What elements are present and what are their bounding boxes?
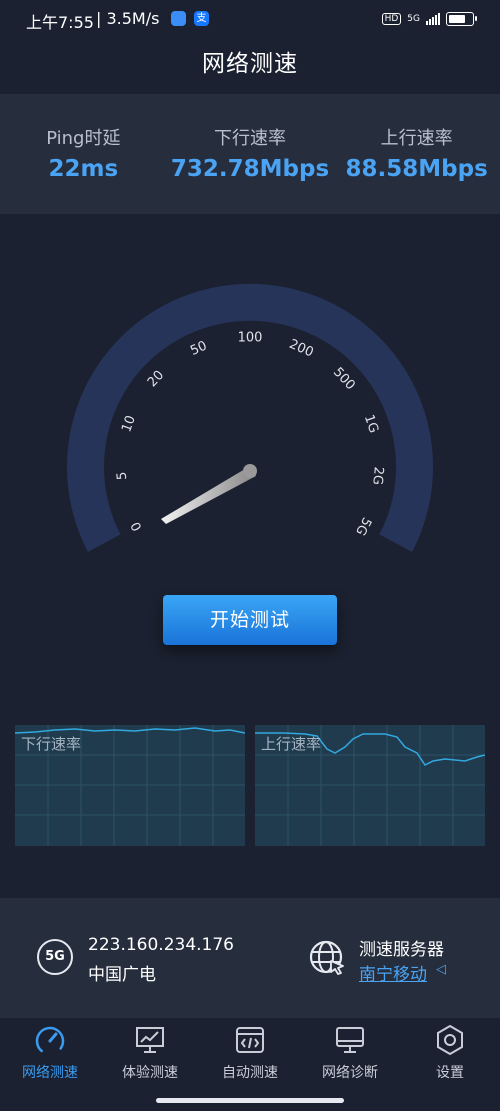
monitor-icon bbox=[336, 1027, 364, 1053]
gauge-tick-label: 1G bbox=[361, 413, 381, 435]
nav-item-settings[interactable]: 设置 bbox=[400, 1018, 500, 1111]
speed-gauge: 0 5 10 20 50 100 200 5001G 2G 5G bbox=[66, 283, 433, 552]
gauge-tick-label: 2G bbox=[369, 466, 385, 485]
nav-item-speed-test[interactable]: 网络测速 bbox=[0, 1018, 100, 1111]
gauge-ticks: 0 5 10 20 50 100 200 5001G 2G 5G bbox=[115, 331, 386, 538]
server-select-arrow-icon[interactable]: ◁ bbox=[436, 962, 446, 977]
stat-label: Ping时延 bbox=[46, 128, 121, 149]
gauge-track bbox=[66, 283, 433, 552]
gauge-tick-label: 5 bbox=[115, 471, 131, 480]
nav-label: 网络诊断 bbox=[322, 1065, 378, 1081]
stat-value: 88.58Mbps bbox=[345, 156, 488, 182]
network-type: 5G bbox=[407, 14, 420, 24]
stat-ping: Ping时延 22ms bbox=[0, 94, 167, 214]
gauge-needle-hub bbox=[243, 464, 257, 478]
gauge-tick-label: 100 bbox=[238, 331, 263, 346]
5g-icon: 5G bbox=[37, 939, 73, 975]
download-graph-title: 下行速率 bbox=[21, 735, 82, 753]
start-test-button[interactable]: 开始测试 bbox=[163, 595, 337, 645]
server-select-link[interactable]: 南宁移动 bbox=[359, 960, 427, 985]
gauge-needle bbox=[161, 466, 256, 524]
isp-name: 中国广电 bbox=[88, 965, 156, 985]
globe-icon bbox=[309, 940, 344, 975]
upload-graph-title: 上行速率 bbox=[261, 735, 322, 753]
nav-label: 自动测速 bbox=[222, 1065, 278, 1081]
stat-value: 732.78Mbps bbox=[170, 156, 330, 182]
page-title: 网络测速 bbox=[202, 51, 298, 77]
chart-monitor-icon bbox=[136, 1027, 164, 1053]
gauge-tick-label: 200 bbox=[287, 337, 316, 361]
gauge-tick-label: 0 bbox=[128, 519, 145, 533]
signal-icon bbox=[426, 13, 440, 25]
hd-icon: HD bbox=[381, 13, 402, 25]
gauge-tick-label: 20 bbox=[145, 368, 167, 390]
stat-label: 上行速率 bbox=[380, 128, 453, 149]
status-indicators: HD 5G bbox=[381, 10, 477, 28]
settings-hexagon-icon bbox=[437, 1024, 463, 1056]
gauge-tick-label: 50 bbox=[188, 339, 209, 359]
notification-app-icon bbox=[171, 11, 186, 26]
home-indicator bbox=[156, 1098, 344, 1103]
nav-label: 设置 bbox=[436, 1065, 464, 1081]
speedometer-icon bbox=[35, 1026, 65, 1056]
gauge-tick-label: 500 bbox=[330, 365, 358, 393]
download-graph: 下行速率 bbox=[15, 725, 245, 846]
nav-label: 网络测速 bbox=[22, 1065, 78, 1081]
speed-stats: Ping时延 22ms 下行速率 732.78Mbps 上行速率 88.58Mb… bbox=[0, 94, 500, 214]
status-time: 上午7:55 bbox=[26, 13, 94, 32]
alipay-icon: 支 bbox=[194, 11, 209, 26]
ip-address: 223.160.234.176 bbox=[88, 935, 235, 955]
stat-label: 下行速率 bbox=[214, 128, 286, 149]
gauge-tick-label: 5G bbox=[352, 514, 374, 537]
code-window-icon bbox=[236, 1027, 264, 1053]
battery-icon bbox=[446, 12, 477, 26]
status-net-speed: | 3.5M/s bbox=[96, 9, 160, 28]
stat-download: 下行速率 732.78Mbps bbox=[167, 94, 334, 214]
gauge-tick-label: 10 bbox=[119, 414, 139, 435]
stat-upload: 上行速率 88.58Mbps bbox=[333, 94, 500, 214]
app-header: 网络测速 bbox=[0, 38, 500, 94]
nav-label: 体验测速 bbox=[122, 1065, 178, 1081]
status-bar: 上午7:55 | 3.5M/s 支 HD 5G bbox=[0, 0, 500, 38]
stat-value: 22ms bbox=[48, 156, 119, 182]
upload-graph: 上行速率 bbox=[255, 725, 485, 846]
server-label: 测速服务器 bbox=[359, 940, 444, 960]
